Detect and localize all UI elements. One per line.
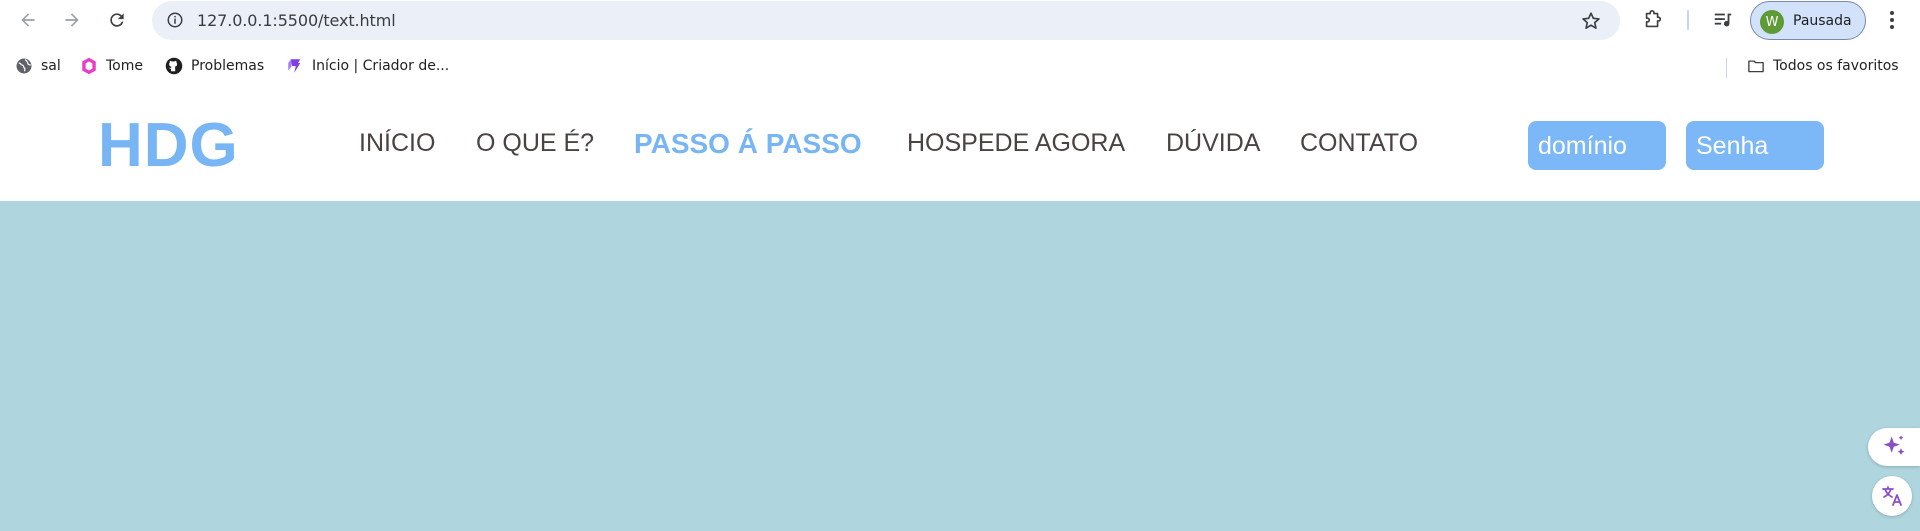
nav-link-hospede-agora[interactable]: HOSPEDE AGORA — [907, 131, 1125, 156]
translate-button[interactable] — [1872, 476, 1912, 516]
extensions-button[interactable] — [1641, 8, 1665, 32]
playlist-icon — [1714, 13, 1732, 27]
ai-assist-button[interactable] — [1868, 428, 1920, 466]
back-button[interactable] — [14, 6, 42, 34]
bookmarks-bar: sal Tome Problemas Início | Criador de..… — [0, 49, 1920, 83]
arrow-right-icon — [65, 13, 79, 27]
bookmark-label: sal — [41, 58, 61, 74]
browser-toolbar: 127.0.0.1:5500/text.html W Pausada — [0, 0, 1920, 40]
toolbar-divider — [1687, 10, 1689, 30]
domain-input[interactable]: domínio — [1528, 121, 1666, 170]
reload-icon — [110, 13, 124, 27]
profile-button[interactable]: W Pausada — [1750, 1, 1866, 40]
translate-icon — [1882, 486, 1902, 506]
nav-link-duvida[interactable]: DÚVIDA — [1166, 131, 1260, 156]
all-bookmarks-button[interactable]: Todos os favoritos — [1747, 57, 1899, 75]
globe-icon — [16, 58, 32, 74]
tome-icon — [82, 57, 96, 75]
bookmark-tome[interactable]: Tome — [80, 57, 143, 75]
bookmark-label: Tome — [106, 58, 143, 74]
all-bookmarks-label: Todos os favoritos — [1773, 58, 1899, 74]
bookmark-problemas[interactable]: Problemas — [165, 57, 264, 75]
creator-icon — [288, 59, 301, 73]
folder-icon — [1748, 60, 1764, 73]
site-info-icon[interactable] — [166, 11, 184, 29]
reload-button[interactable] — [103, 6, 131, 34]
bookmark-label: Problemas — [191, 58, 265, 74]
bookmark-star-icon[interactable] — [1580, 10, 1602, 32]
site-header: HDG INÍCIO O QUE É? PASSO Á PASSO HOSPED… — [0, 84, 1920, 201]
avatar: W — [1760, 10, 1784, 34]
profile-status-label: Pausada — [1793, 13, 1852, 29]
nav-link-o-que-e[interactable]: O QUE É? — [476, 131, 594, 156]
more-vert-icon[interactable] — [1880, 8, 1904, 32]
bookmark-label: Início | Criador de... — [312, 58, 450, 74]
password-input[interactable]: Senha — [1686, 121, 1824, 170]
site-logo[interactable]: HDG — [98, 115, 239, 177]
nav-link-inicio[interactable]: INÍCIO — [359, 131, 435, 156]
bookmarks-divider — [1726, 58, 1727, 78]
bookmark-sal[interactable]: sal — [15, 57, 61, 75]
address-bar[interactable]: 127.0.0.1:5500/text.html — [152, 1, 1620, 40]
media-control-button[interactable] — [1711, 8, 1735, 32]
arrow-left-icon — [21, 13, 35, 27]
sparkle-icon — [1883, 435, 1905, 456]
bookmark-criador[interactable]: Início | Criador de... — [286, 57, 449, 75]
nav-link-passo-a-passo[interactable]: PASSO Á PASSO — [634, 130, 862, 158]
nav-link-contato[interactable]: CONTATO — [1300, 131, 1418, 156]
url-text[interactable]: 127.0.0.1:5500/text.html — [197, 11, 396, 30]
github-icon — [165, 57, 183, 75]
hero-section — [0, 201, 1920, 531]
puzzle-icon — [1645, 10, 1662, 28]
forward-button[interactable] — [58, 6, 86, 34]
